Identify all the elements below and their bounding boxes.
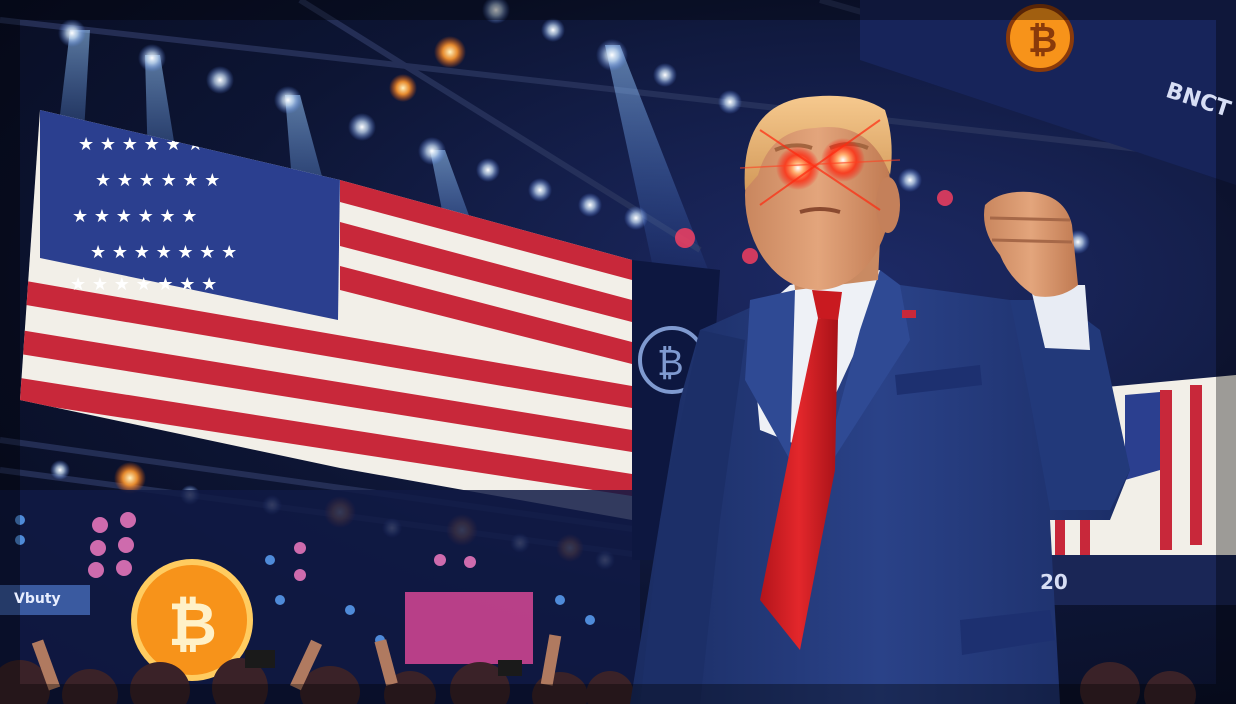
us-flag-icon: ★ ★ ★ ★ ★ ★ ★ ★ ★ ★ ★ ★ ★ ★ ★ ★ ★ ★ ★ ★ … xyxy=(20,110,632,520)
svg-text:₿: ₿ xyxy=(1028,20,1057,61)
svg-text:★ ★ ★ ★ ★ ★: ★ ★ ★ ★ ★ ★ xyxy=(72,206,197,227)
signage-bottom-right: 20 xyxy=(1040,570,1068,594)
scene-art: ★ ★ ★ ★ ★ ★ ★ ★ ★ ★ ★ ★ ★ ★ ★ ★ ★ ★ ★ ★ … xyxy=(0,0,1236,704)
svg-text:★ ★ ★ ★ ★ ★: ★ ★ ★ ★ ★ ★ xyxy=(95,170,220,191)
svg-text:★ ★ ★ ★ ★ ★ ★: ★ ★ ★ ★ ★ ★ ★ xyxy=(70,274,217,295)
man-figure xyxy=(630,95,1130,704)
svg-text:★ ★ ★ ★ ★ ★ ★: ★ ★ ★ ★ ★ ★ ★ xyxy=(90,242,237,263)
svg-text:₿: ₿ xyxy=(168,590,217,660)
photo-scene: ★ ★ ★ ★ ★ ★ ★ ★ ★ ★ ★ ★ ★ ★ ★ ★ ★ ★ ★ ★ … xyxy=(0,0,1236,704)
svg-text:₿: ₿ xyxy=(657,343,684,384)
svg-text:★ ★ ★ ★ ★ ★: ★ ★ ★ ★ ★ ★ xyxy=(78,134,203,155)
signage-bottom-left: Vbuty xyxy=(14,591,61,607)
